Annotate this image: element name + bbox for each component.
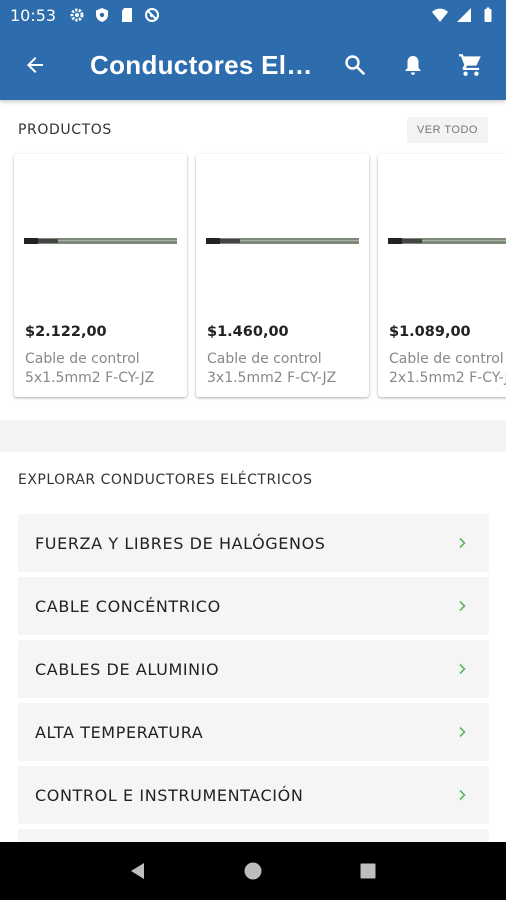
page-title: Conductores Eléctricos bbox=[90, 49, 326, 80]
triangle-back-icon bbox=[130, 863, 144, 879]
system-nav-bar bbox=[0, 842, 506, 900]
product-name: Cable de control 3x1.5mm2 F-CY-JZ bbox=[207, 351, 337, 386]
category-label: ALTA TEMPERATURA bbox=[35, 722, 204, 742]
square-recents-icon bbox=[360, 863, 376, 879]
settings-gear-icon bbox=[70, 8, 84, 22]
search-icon bbox=[345, 55, 365, 75]
cable-image bbox=[388, 238, 506, 244]
status-time: 10:53 bbox=[10, 5, 57, 25]
product-name: Cable de control 2x1.5mm2 F-CY-JZ bbox=[389, 351, 506, 386]
category-label: FUERZA Y LIBRES DE HALÓGENOS bbox=[35, 533, 326, 553]
chevron-right-icon bbox=[459, 663, 466, 675]
cart-button[interactable] bbox=[442, 30, 500, 100]
category-item[interactable]: CONTROL E INSTRUMENTACIÓN bbox=[18, 766, 489, 824]
section-divider bbox=[0, 420, 506, 452]
status-bar: 10:53 bbox=[0, 0, 506, 30]
product-card[interactable]: $1.460,00 Cable de control 3x1.5mm2 F-CY… bbox=[196, 154, 369, 397]
product-card[interactable]: $1.089,00 Cable de control 2x1.5mm2 F-CY… bbox=[378, 154, 506, 397]
category-item[interactable] bbox=[18, 829, 489, 842]
cable-image bbox=[206, 238, 359, 244]
back-arrow-icon bbox=[27, 57, 43, 73]
category-label: CONTROL E INSTRUMENTACIÓN bbox=[35, 785, 304, 805]
wifi-icon bbox=[432, 8, 448, 22]
cable-image bbox=[24, 238, 177, 244]
category-item[interactable]: CABLES DE ALUMINIO bbox=[18, 640, 489, 698]
battery-icon bbox=[484, 7, 492, 22]
product-card[interactable]: $2.122,00 Cable de control 5x1.5mm2 F-CY… bbox=[14, 154, 187, 397]
chevron-right-icon bbox=[459, 537, 466, 549]
circle-home-icon bbox=[244, 862, 262, 880]
products-header: PRODUCTOS VER TODO bbox=[0, 100, 506, 160]
chevron-right-icon bbox=[459, 789, 466, 801]
search-button[interactable] bbox=[326, 30, 384, 100]
no-sync-icon bbox=[145, 8, 160, 22]
cell-signal-icon bbox=[457, 8, 471, 22]
category-label: CABLE CONCÉNTRICO bbox=[35, 596, 221, 616]
bell-icon bbox=[405, 56, 421, 75]
shield-icon bbox=[96, 8, 109, 22]
products-section-title: PRODUCTOS bbox=[18, 122, 112, 138]
chevron-right-icon bbox=[459, 600, 466, 612]
product-price: $2.122,00 bbox=[25, 324, 107, 340]
product-carousel[interactable]: $2.122,00 Cable de control 5x1.5mm2 F-CY… bbox=[0, 154, 506, 406]
back-button[interactable] bbox=[0, 30, 70, 100]
content-area: PRODUCTOS VER TODO $2.122,00 Cable de co… bbox=[0, 100, 506, 842]
app-bar: Conductores Eléctricos bbox=[0, 30, 506, 100]
product-name: Cable de control 5x1.5mm2 F-CY-JZ bbox=[25, 351, 155, 386]
cart-icon bbox=[459, 54, 481, 76]
see-all-button[interactable]: VER TODO bbox=[406, 117, 488, 143]
product-price: $1.460,00 bbox=[207, 324, 289, 340]
nav-back-button[interactable] bbox=[118, 851, 158, 891]
chevron-right-icon bbox=[459, 726, 466, 738]
category-item[interactable]: ALTA TEMPERATURA bbox=[18, 703, 489, 761]
sd-card-icon bbox=[122, 8, 133, 22]
category-item[interactable]: CABLE CONCÉNTRICO bbox=[18, 577, 489, 635]
category-item[interactable]: FUERZA Y LIBRES DE HALÓGENOS bbox=[18, 514, 489, 572]
explore-section-title: EXPLORAR CONDUCTORES ELÉCTRICOS bbox=[18, 472, 313, 488]
notifications-button[interactable] bbox=[384, 30, 442, 100]
nav-recents-button[interactable] bbox=[348, 851, 388, 891]
category-list: FUERZA Y LIBRES DE HALÓGENOS CABLE CONCÉ… bbox=[18, 514, 489, 842]
nav-home-button[interactable] bbox=[233, 851, 273, 891]
category-label: CABLES DE ALUMINIO bbox=[35, 659, 220, 679]
product-price: $1.089,00 bbox=[389, 324, 471, 340]
